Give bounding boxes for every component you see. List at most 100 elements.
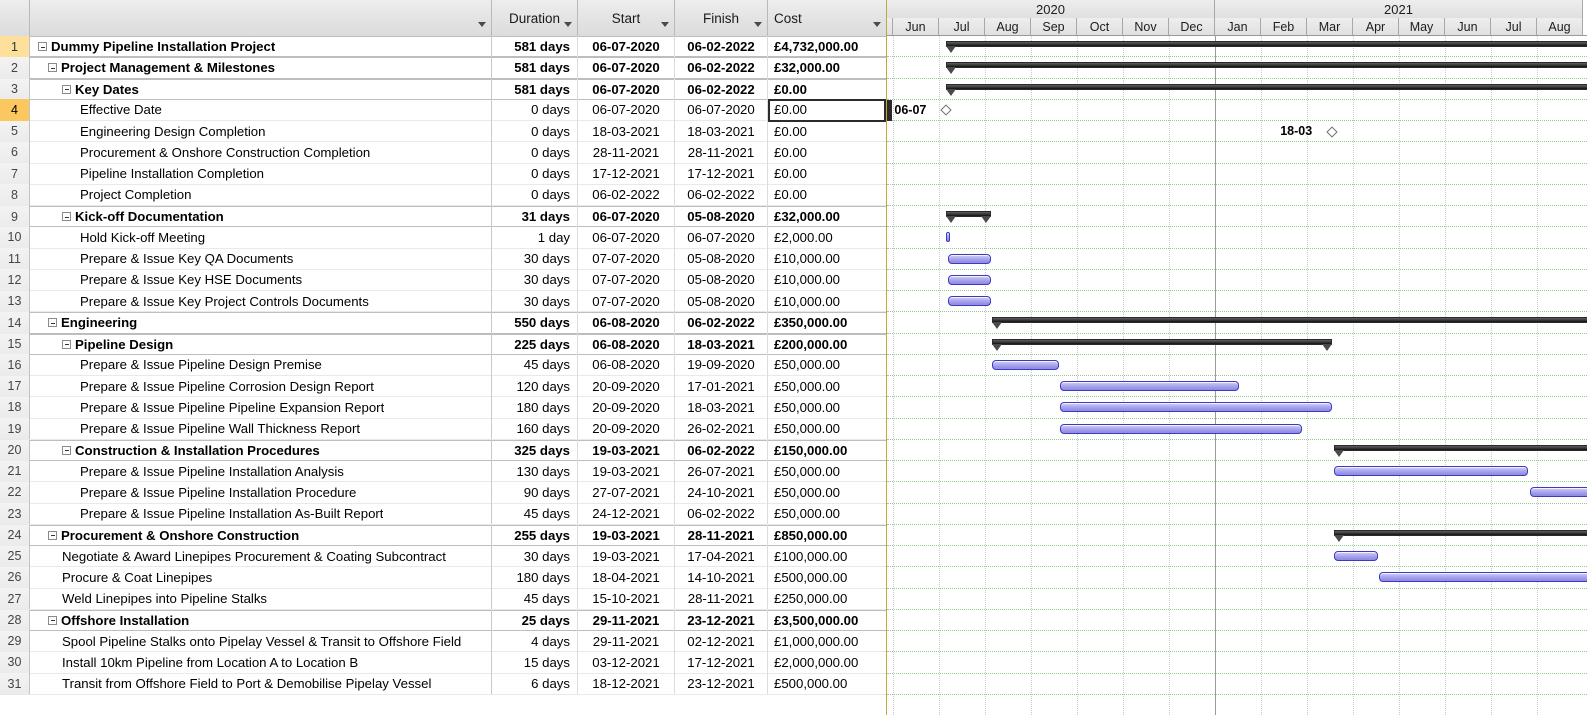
start-date-cell[interactable]: 06-08-2020	[578, 334, 675, 355]
task-name-cell[interactable]: Procure & Coat Linepipes	[30, 567, 492, 588]
cost-cell[interactable]: £0.00	[768, 184, 886, 205]
task-name-cell[interactable]: Project Management & Milestones	[30, 57, 492, 78]
table-row[interactable]: 15Pipeline Design225 days06-08-202018-03…	[0, 334, 886, 355]
duration-cell[interactable]: 15 days	[492, 652, 578, 673]
row-number-cell[interactable]: 3	[0, 79, 30, 100]
start-date-cell[interactable]: 06-07-2020	[578, 206, 675, 227]
table-row[interactable]: 10Hold Kick-off Meeting1 day06-07-202006…	[0, 227, 886, 248]
cost-cell[interactable]: £200,000.00	[768, 334, 886, 355]
start-date-cell[interactable]: 07-07-2020	[578, 291, 675, 312]
collapse-expand-icon[interactable]	[62, 85, 71, 94]
collapse-expand-icon[interactable]	[62, 446, 71, 455]
task-name-cell[interactable]: Weld Linepipes into Pipeline Stalks	[30, 588, 492, 609]
task-name-cell[interactable]: Pipeline Installation Completion	[30, 163, 492, 184]
table-row[interactable]: 27Weld Linepipes into Pipeline Stalks45 …	[0, 589, 886, 610]
row-number-cell[interactable]: 22	[0, 482, 30, 503]
duration-cell[interactable]: 1 day	[492, 227, 578, 248]
task-name-cell[interactable]: Prepare & Issue Pipeline Installation An…	[30, 461, 492, 482]
milestone-marker[interactable]	[1327, 126, 1338, 137]
table-row[interactable]: 30Install 10km Pipeline from Location A …	[0, 652, 886, 673]
table-row[interactable]: 8Project Completion0 days06-02-202206-02…	[0, 185, 886, 206]
table-row[interactable]: 20Construction & Installation Procedures…	[0, 440, 886, 461]
cost-cell[interactable]: £0.00	[768, 142, 886, 163]
duration-cell[interactable]: 0 days	[492, 121, 578, 142]
duration-cell[interactable]: 325 days	[492, 440, 578, 461]
cost-cell[interactable]: £500,000.00	[768, 673, 886, 694]
row-number-cell[interactable]: 9	[0, 206, 30, 227]
task-name-cell[interactable]: Prepare & Issue Pipeline Corrosion Desig…	[30, 376, 492, 397]
table-row[interactable]: 3Key Dates581 days06-07-202006-02-2022£0…	[0, 79, 886, 100]
table-row[interactable]: 13Prepare & Issue Key Project Controls D…	[0, 291, 886, 312]
row-number-cell[interactable]: 30	[0, 652, 30, 673]
task-bar[interactable]	[1060, 424, 1302, 434]
cost-cell[interactable]: £2,000,000.00	[768, 652, 886, 673]
finish-date-cell[interactable]: 26-02-2021	[675, 418, 768, 439]
table-row[interactable]: 17Prepare & Issue Pipeline Corrosion Des…	[0, 376, 886, 397]
task-bar[interactable]	[992, 360, 1058, 370]
start-date-cell[interactable]: 06-02-2022	[578, 184, 675, 205]
summary-bar[interactable]	[946, 41, 1587, 47]
row-number-cell[interactable]: 16	[0, 354, 30, 375]
duration-cell[interactable]: 30 days	[492, 546, 578, 567]
finish-date-cell[interactable]: 06-02-2022	[675, 312, 768, 333]
row-number-cell[interactable]: 29	[0, 631, 30, 652]
finish-date-cell[interactable]: 17-12-2021	[675, 163, 768, 184]
task-name-cell[interactable]: Prepare & Issue Pipeline Installation As…	[30, 503, 492, 524]
chevron-down-icon[interactable]	[661, 22, 669, 27]
task-name-cell[interactable]: Prepare & Issue Key HSE Documents	[30, 269, 492, 290]
row-number-cell[interactable]: 24	[0, 525, 30, 546]
duration-cell[interactable]: 4 days	[492, 631, 578, 652]
task-name-cell[interactable]: Hold Kick-off Meeting	[30, 227, 492, 248]
start-date-cell[interactable]: 06-07-2020	[578, 79, 675, 100]
task-name-cell[interactable]: Effective Date	[30, 99, 492, 120]
row-number-cell[interactable]: 19	[0, 418, 30, 439]
cost-cell[interactable]: £10,000.00	[768, 269, 886, 290]
column-header-finish[interactable]: Finish	[675, 0, 768, 36]
duration-cell[interactable]: 30 days	[492, 291, 578, 312]
cost-cell[interactable]: £10,000.00	[768, 248, 886, 269]
column-header-cost[interactable]: Cost	[768, 0, 886, 36]
cost-cell[interactable]: £50,000.00	[768, 376, 886, 397]
task-name-cell[interactable]: Prepare & Issue Pipeline Wall Thickness …	[30, 418, 492, 439]
task-name-cell[interactable]: Dummy Pipeline Installation Project	[30, 36, 492, 57]
row-number-cell[interactable]: 15	[0, 334, 30, 355]
duration-cell[interactable]: 180 days	[492, 567, 578, 588]
finish-date-cell[interactable]: 06-07-2020	[675, 227, 768, 248]
row-number-cell[interactable]: 28	[0, 610, 30, 631]
row-number-cell[interactable]: 18	[0, 397, 30, 418]
table-row[interactable]: 4Effective Date0 days06-07-202006-07-202…	[0, 100, 886, 121]
row-number-cell[interactable]: 8	[0, 184, 30, 205]
finish-date-cell[interactable]: 18-03-2021	[675, 397, 768, 418]
finish-date-cell[interactable]: 02-12-2021	[675, 631, 768, 652]
task-name-cell[interactable]: Negotiate & Award Linepipes Procurement …	[30, 546, 492, 567]
task-bar[interactable]	[1334, 466, 1528, 476]
task-name-cell[interactable]: Key Dates	[30, 79, 492, 100]
finish-date-cell[interactable]: 18-03-2021	[675, 121, 768, 142]
finish-date-cell[interactable]: 17-01-2021	[675, 376, 768, 397]
cost-cell[interactable]: £50,000.00	[768, 418, 886, 439]
start-date-cell[interactable]: 03-12-2021	[578, 652, 675, 673]
start-date-cell[interactable]: 19-03-2021	[578, 525, 675, 546]
summary-bar[interactable]	[1334, 445, 1587, 451]
start-date-cell[interactable]: 07-07-2020	[578, 269, 675, 290]
task-name-cell[interactable]: Engineering Design Completion	[30, 121, 492, 142]
task-bar[interactable]	[948, 275, 991, 285]
finish-date-cell[interactable]: 28-11-2021	[675, 525, 768, 546]
column-header-duration[interactable]: Duration	[492, 0, 578, 36]
duration-cell[interactable]: 581 days	[492, 57, 578, 78]
finish-date-cell[interactable]: 05-08-2020	[675, 206, 768, 227]
collapse-expand-icon[interactable]	[48, 63, 57, 72]
duration-cell[interactable]: 581 days	[492, 79, 578, 100]
duration-cell[interactable]: 45 days	[492, 503, 578, 524]
cost-cell[interactable]: £0.00	[768, 99, 886, 120]
table-row[interactable]: 26Procure & Coat Linepipes180 days18-04-…	[0, 567, 886, 588]
row-number-cell[interactable]: 11	[0, 248, 30, 269]
task-bar[interactable]	[948, 254, 991, 264]
start-date-cell[interactable]: 18-12-2021	[578, 673, 675, 694]
row-number-cell[interactable]: 6	[0, 142, 30, 163]
duration-cell[interactable]: 225 days	[492, 334, 578, 355]
row-number-cell[interactable]: 5	[0, 121, 30, 142]
finish-date-cell[interactable]: 18-03-2021	[675, 334, 768, 355]
cost-cell[interactable]: £0.00	[768, 163, 886, 184]
cost-cell[interactable]: £4,732,000.00	[768, 36, 886, 57]
